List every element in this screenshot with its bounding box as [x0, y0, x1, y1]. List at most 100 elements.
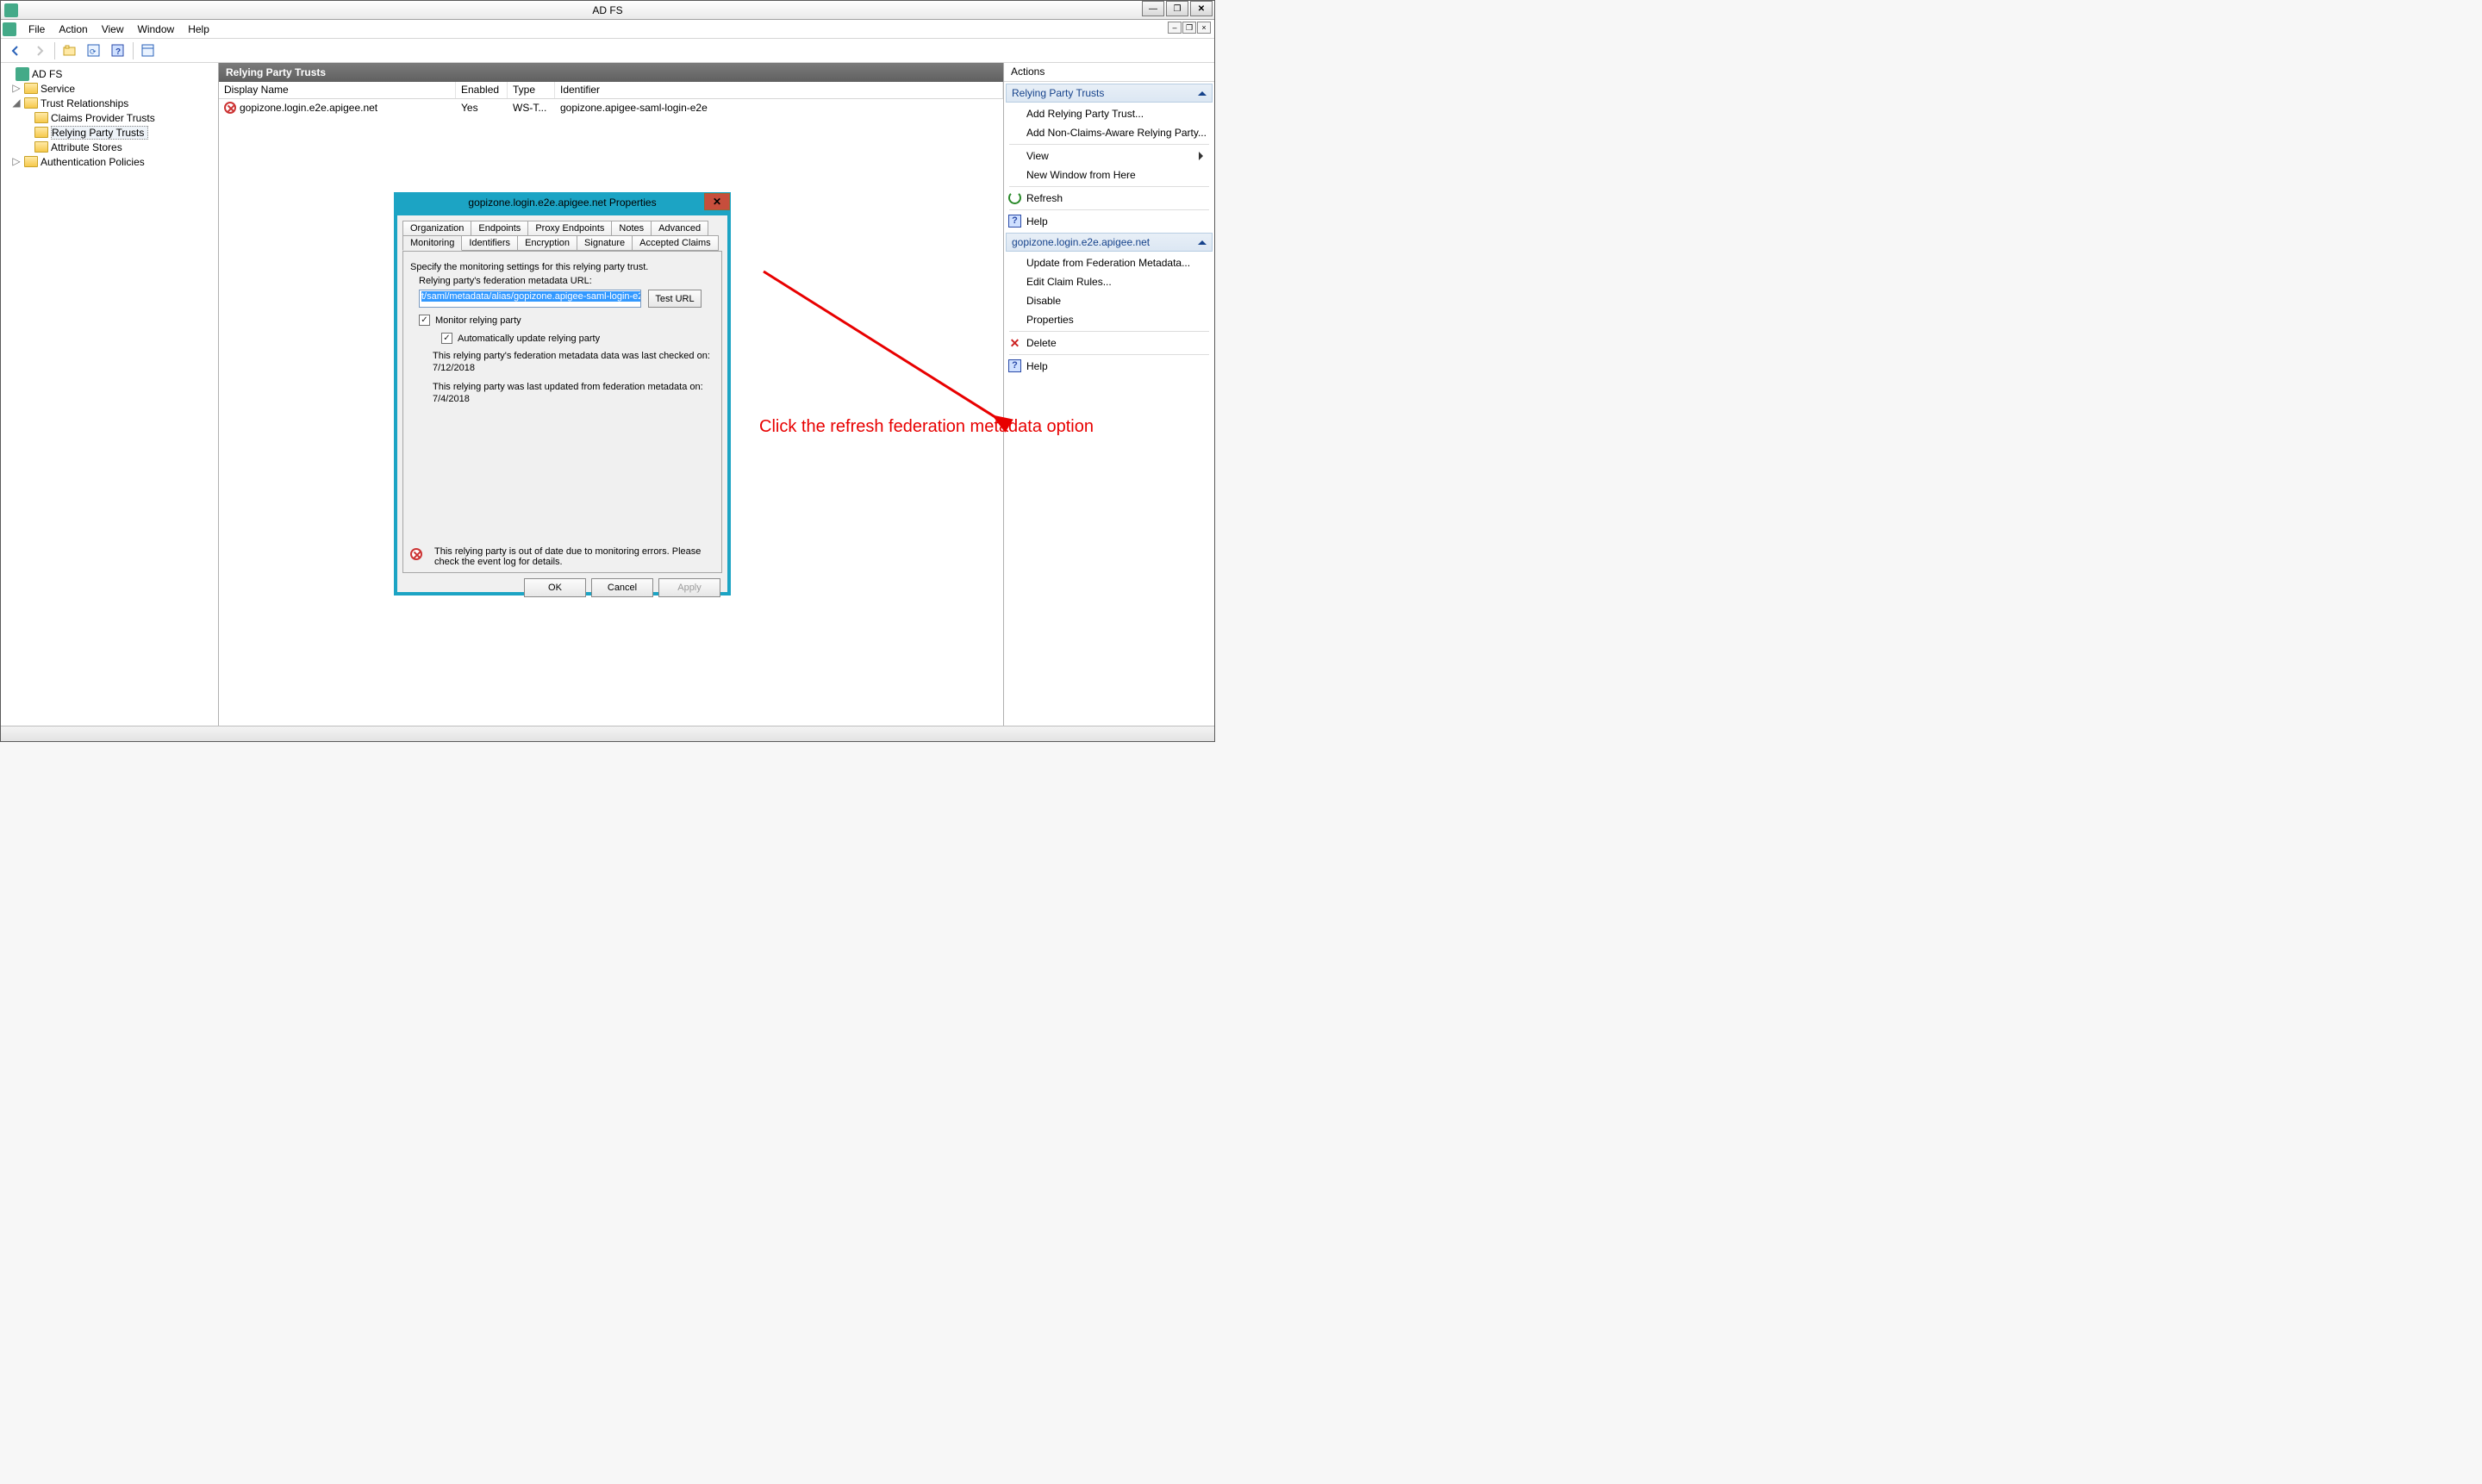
dialog-body: Specify the monitoring settings for this…	[402, 251, 722, 573]
tab-strip: Organization Endpoints Proxy Endpoints N…	[402, 221, 722, 251]
action-help[interactable]: ?Help	[1004, 212, 1214, 231]
last-checked-label: This relying party's federation metadata…	[433, 351, 714, 361]
test-url-button[interactable]: Test URL	[648, 290, 702, 308]
action-view[interactable]: View	[1004, 147, 1214, 165]
menu-bar: File Action View Window Help – ❐ ×	[1, 20, 1214, 39]
app-icon	[4, 3, 18, 17]
action-update-federation-metadata[interactable]: Update from Federation Metadata...	[1004, 253, 1214, 272]
properties-dialog: gopizone.login.e2e.apigee.net Properties…	[394, 192, 731, 595]
url-label: Relying party's federation metadata URL:	[419, 276, 714, 286]
tree-node-authentication-policies[interactable]: ▷Authentication Policies	[3, 154, 216, 169]
child-restore-button[interactable]: ❐	[1182, 22, 1196, 34]
menu-file[interactable]: File	[22, 21, 52, 38]
tab-advanced[interactable]: Advanced	[651, 221, 708, 236]
maximize-button[interactable]: ❐	[1166, 1, 1188, 16]
error-icon	[224, 102, 236, 114]
back-button[interactable]	[6, 41, 25, 60]
mmc-icon	[3, 22, 16, 36]
tree-node-claims-provider-trusts[interactable]: Claims Provider Trusts	[3, 110, 216, 125]
dialog-close-button[interactable]: ✕	[704, 193, 730, 210]
col-enabled[interactable]: Enabled	[456, 82, 508, 98]
col-type[interactable]: Type	[508, 82, 555, 98]
cancel-button[interactable]: Cancel	[591, 578, 653, 597]
close-button[interactable]: ✕	[1190, 1, 1213, 16]
menu-help[interactable]: Help	[181, 21, 216, 38]
folder-icon	[24, 97, 38, 109]
dialog-title: gopizone.login.e2e.apigee.net Properties	[468, 196, 656, 209]
tree-node-relying-party-trusts[interactable]: Relying Party Trusts	[3, 125, 216, 140]
adfs-icon	[16, 67, 29, 81]
tree-root-adfs[interactable]: AD FS	[3, 66, 216, 81]
folder-icon	[34, 141, 48, 153]
action-delete[interactable]: ✕Delete	[1004, 334, 1214, 352]
checkmark-icon: ✓	[419, 315, 430, 326]
action-add-non-claims-aware[interactable]: Add Non-Claims-Aware Relying Party...	[1004, 123, 1214, 142]
actions-title: Actions	[1004, 63, 1214, 82]
col-display-name[interactable]: Display Name	[219, 82, 456, 98]
checkmark-icon: ✓	[441, 333, 452, 344]
chevron-right-icon	[1199, 152, 1207, 160]
cell-enabled: Yes	[461, 102, 513, 114]
help-button[interactable]: ?	[109, 41, 128, 60]
apply-button[interactable]: Apply	[658, 578, 720, 597]
svg-text:⟳: ⟳	[90, 47, 97, 56]
col-identifier[interactable]: Identifier	[555, 82, 1003, 98]
actions-pane: Actions Relying Party Trusts Add Relying…	[1004, 63, 1214, 726]
dialog-title-bar[interactable]: gopizone.login.e2e.apigee.net Properties…	[395, 193, 730, 215]
tree-node-trust-relationships[interactable]: ◢Trust Relationships	[3, 96, 216, 110]
menu-window[interactable]: Window	[131, 21, 182, 38]
action-refresh[interactable]: Refresh	[1004, 189, 1214, 208]
action-properties[interactable]: Properties	[1004, 310, 1214, 329]
auto-update-checkbox[interactable]: ✓Automatically update relying party	[441, 333, 714, 344]
child-close-button[interactable]: ×	[1197, 22, 1211, 34]
svg-text:?: ?	[115, 47, 121, 57]
tab-encryption[interactable]: Encryption	[517, 235, 577, 251]
cell-identifier: gopizone.apigee-saml-login-e2e	[560, 102, 998, 114]
last-checked-date: 7/12/2018	[433, 363, 714, 373]
status-bar	[1, 726, 1214, 741]
action-add-relying-party-trust[interactable]: Add Relying Party Trust...	[1004, 104, 1214, 123]
view-button[interactable]	[139, 41, 158, 60]
folder-icon	[24, 83, 38, 94]
action-help-2[interactable]: ?Help	[1004, 357, 1214, 376]
tab-notes[interactable]: Notes	[611, 221, 652, 236]
federation-metadata-url-input[interactable]: t/saml/metadata/alias/gopizone.apigee-sa…	[419, 290, 641, 308]
menu-action[interactable]: Action	[52, 21, 94, 38]
tab-accepted-claims[interactable]: Accepted Claims	[632, 235, 719, 251]
browse-button[interactable]	[60, 41, 79, 60]
tab-monitoring[interactable]: Monitoring	[402, 235, 462, 251]
folder-icon	[24, 156, 38, 167]
cell-type: WS-T...	[513, 102, 560, 114]
tree-pane: AD FS ▷Service ◢Trust Relationships Clai…	[1, 63, 219, 726]
action-disable[interactable]: Disable	[1004, 291, 1214, 310]
actions-section-relying-party-trusts[interactable]: Relying Party Trusts	[1006, 84, 1213, 103]
tab-endpoints[interactable]: Endpoints	[471, 221, 528, 236]
last-updated-label: This relying party was last updated from…	[433, 382, 714, 392]
actions-section-selected-item[interactable]: gopizone.login.e2e.apigee.net	[1006, 233, 1213, 252]
table-row[interactable]: gopizone.login.e2e.apigee.net Yes WS-T..…	[219, 99, 1003, 116]
tree-node-attribute-stores[interactable]: Attribute Stores	[3, 140, 216, 154]
refresh-button[interactable]: ⟳	[84, 41, 103, 60]
folder-icon	[34, 127, 48, 138]
title-bar: AD FS — ❐ ✕	[1, 1, 1214, 20]
monitor-relying-party-checkbox[interactable]: ✓Monitor relying party	[419, 315, 714, 326]
warning-text: This relying party is out of date due to…	[434, 546, 714, 567]
tab-proxy-endpoints[interactable]: Proxy Endpoints	[527, 221, 612, 236]
list-header: Relying Party Trusts	[219, 63, 1003, 82]
minimize-button[interactable]: —	[1142, 1, 1164, 16]
action-new-window[interactable]: New Window from Here	[1004, 165, 1214, 184]
tab-organization[interactable]: Organization	[402, 221, 471, 236]
ok-button[interactable]: OK	[524, 578, 586, 597]
monitoring-intro: Specify the monitoring settings for this…	[410, 262, 714, 272]
tree-node-service[interactable]: ▷Service	[3, 81, 216, 96]
action-edit-claim-rules[interactable]: Edit Claim Rules...	[1004, 272, 1214, 291]
child-minimize-button[interactable]: –	[1168, 22, 1182, 34]
tab-identifiers[interactable]: Identifiers	[461, 235, 518, 251]
forward-button[interactable]	[30, 41, 49, 60]
tab-signature[interactable]: Signature	[577, 235, 633, 251]
annotation-arrow	[751, 259, 1026, 440]
refresh-icon	[1008, 191, 1021, 204]
error-icon	[410, 548, 422, 560]
menu-view[interactable]: View	[95, 21, 131, 38]
cell-name: gopizone.login.e2e.apigee.net	[240, 102, 461, 114]
